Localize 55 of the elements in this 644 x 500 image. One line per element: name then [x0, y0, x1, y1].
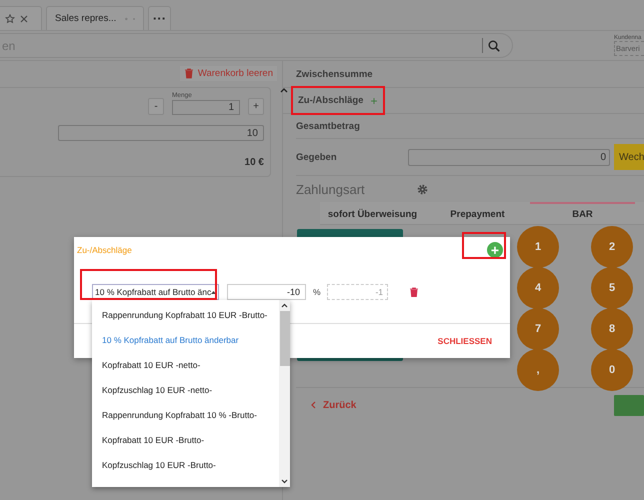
quantity-field[interactable]: 1	[172, 100, 240, 115]
browser-tab[interactable]	[0, 6, 42, 30]
keypad-key[interactable]: 4	[517, 267, 559, 309]
scrollbar[interactable]	[279, 300, 290, 487]
add-button[interactable]: +	[487, 242, 503, 258]
price-field[interactable]: 10	[58, 125, 264, 141]
trash-icon	[184, 68, 194, 78]
caret-up-icon	[211, 290, 216, 294]
dialog-title: Zu-/Abschläge	[77, 245, 132, 255]
scrollbar-thumb[interactable]	[280, 311, 290, 366]
chevron-left-icon	[311, 401, 316, 409]
keypad-key[interactable]: ,	[517, 349, 559, 391]
keypad-key[interactable]: 5	[591, 267, 633, 309]
dropdown-option[interactable]: Kopfrabatt 10 EUR -netto-	[92, 353, 279, 378]
keypad-key[interactable]: 8	[591, 308, 633, 350]
close-button[interactable]: SCHLIESSEN	[438, 336, 492, 346]
decrement-button[interactable]: -	[148, 98, 164, 115]
dropdown-option[interactable]: Rappenrundung Kopfrabatt 10 % -Brutto-	[92, 403, 279, 428]
browser-tab[interactable]: Sales repres...	[46, 6, 144, 30]
increment-button[interactable]: +	[248, 98, 264, 115]
chevron-down-icon	[281, 479, 288, 484]
more-tabs-button[interactable]: ···	[148, 6, 171, 30]
chevron-up-icon	[280, 87, 288, 93]
item-total: 10 €	[244, 157, 264, 168]
quantity-field: -1	[327, 284, 388, 300]
keypad-key[interactable]: 7	[517, 308, 559, 350]
unit-label: %	[313, 287, 322, 297]
given-field[interactable]: 0	[408, 148, 610, 166]
settings-icon[interactable]	[417, 184, 428, 194]
dropdown-option[interactable]: Kopfzuschlag 10 EUR -netto-	[92, 378, 279, 403]
keypad-key[interactable]: 2	[591, 226, 633, 268]
summary-label: Gesamtbetrag	[296, 120, 360, 132]
payment-tab[interactable]: Prepayment	[425, 202, 530, 224]
confirm-button[interactable]	[614, 394, 644, 416]
summary-label: Gegeben	[296, 152, 337, 162]
keypad-key[interactable]: 1	[517, 226, 559, 268]
dropdown-option[interactable]: Kopfzuschlag 10 EUR -Brutto-	[92, 453, 279, 478]
keypad-key[interactable]: 0	[591, 349, 633, 391]
payment-tab[interactable]: sofort Überweisung	[320, 202, 425, 224]
summary-label: Zu-/Abschläge	[298, 95, 364, 106]
clear-cart-button[interactable]: Warenkorb leeren	[180, 66, 277, 80]
summary-label: Zwischensumme	[296, 68, 373, 80]
amount-field[interactable]: -10	[227, 284, 306, 300]
search-icon[interactable]	[488, 40, 500, 52]
dropdown-option[interactable]: 10 % Kopfrabatt auf Brutto änderbar	[92, 328, 279, 353]
dropdown-option[interactable]: Rappenrundung Kopfrabatt 10 EUR -Brutto-	[92, 303, 279, 328]
star-icon[interactable]	[5, 14, 15, 24]
trash-icon[interactable]	[409, 287, 418, 297]
payment-tab[interactable]: BAR	[530, 202, 635, 224]
highlight-frame	[462, 232, 506, 259]
change-button[interactable]: Wech	[614, 144, 644, 170]
chevron-up-icon	[281, 303, 288, 308]
dropdown-option[interactable]: Kopfrabatt 10 EUR -Brutto-	[92, 428, 279, 453]
section-title: Zahlungsart	[296, 182, 366, 196]
close-icon[interactable]	[20, 14, 28, 22]
